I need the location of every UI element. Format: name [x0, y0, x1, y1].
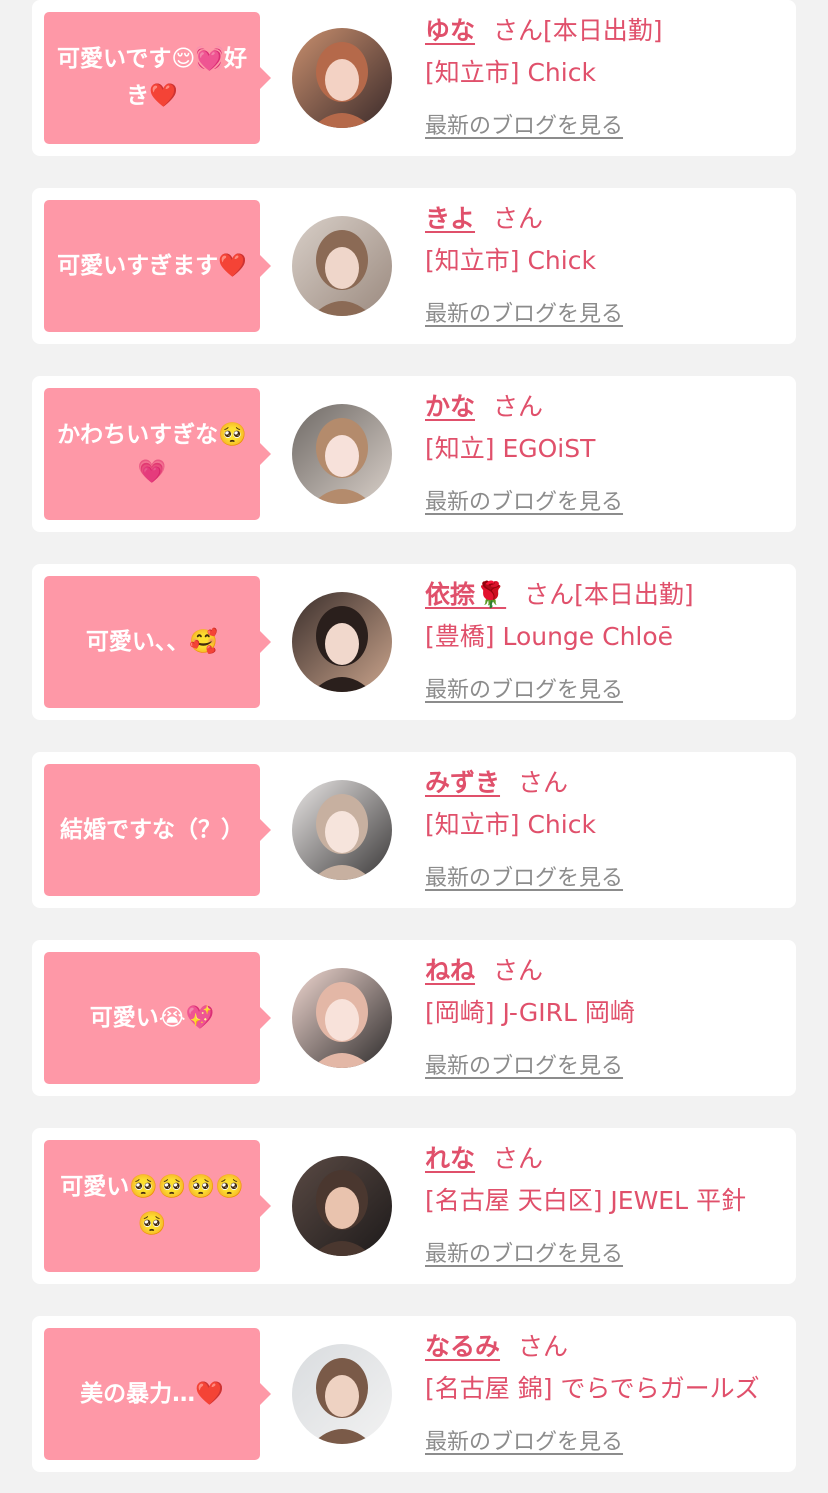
avatar[interactable] — [292, 592, 392, 692]
avatar[interactable] — [292, 216, 392, 316]
cast-name-link[interactable]: かな — [425, 392, 475, 421]
cast-info: なるみ さん [名古屋 錦] でらでらガールズ 最新のブログを見る — [425, 1328, 795, 1456]
cast-info: 依捺🌹 さん[本日出勤] [豊橋] Lounge Chloē 最新のブログを見る — [425, 576, 795, 704]
cast-name-line: みずき さん — [425, 764, 795, 802]
cast-name-suffix: さん — [518, 1332, 569, 1361]
cast-name-link[interactable]: みずき — [425, 768, 500, 797]
cast-name-suffix: さん — [493, 1144, 544, 1173]
latest-blog-link[interactable]: 最新のブログを見る — [425, 672, 623, 704]
list-item: 可愛い🥺🥺🥺🥺🥺 れな さん [名古屋 天白区] JEWEL 平針 最新のブログを見る — [32, 1128, 796, 1284]
comment-bubble: 可愛いすぎます❤️ — [44, 200, 271, 332]
list-item: 可愛い😭💖 ねね さん [岡崎] J-GIRL 岡崎 最新のブログを見る — [32, 940, 796, 1096]
cast-name-line: きよ さん — [425, 200, 795, 238]
latest-blog-link[interactable]: 最新のブログを見る — [425, 1048, 623, 1080]
list-item: かわちいすぎな🥺💗 かな さん [知立] EGOiST 最新のブログを見る — [32, 376, 796, 532]
latest-blog-link[interactable]: 最新のブログを見る — [425, 1236, 623, 1268]
comment-bubble: 可愛い🥺🥺🥺🥺🥺 — [44, 1140, 271, 1272]
avatar[interactable] — [292, 968, 392, 1068]
avatar[interactable] — [292, 404, 392, 504]
comment-bubble: 可愛い😭💖 — [44, 952, 271, 1084]
cast-name-suffix: さん[本日出勤] — [524, 580, 694, 609]
list-item: 結婚ですな（？） みずき さん [知立市] Chick 最新のブログを見る — [32, 752, 796, 908]
cast-name-suffix: さん — [493, 204, 544, 233]
cast-name-line: ゆな さん[本日出勤] — [425, 12, 795, 50]
cast-name-suffix: さん[本日出勤] — [493, 16, 663, 45]
cast-info: みずき さん [知立市] Chick 最新のブログを見る — [425, 764, 795, 892]
shop-name: [知立市] Chick — [425, 246, 596, 275]
cast-name-suffix: さん — [518, 768, 569, 797]
comment-bubble: 可愛いです😌💓好き❤️ — [44, 12, 271, 144]
cast-info: かな さん [知立] EGOiST 最新のブログを見る — [425, 388, 795, 516]
comment-bubble: かわちいすぎな🥺💗 — [44, 388, 271, 520]
cast-name-line: 依捺🌹 さん[本日出勤] — [425, 576, 795, 614]
cast-info: ゆな さん[本日出勤] [知立市] Chick 最新のブログを見る — [425, 12, 795, 140]
cast-name-link[interactable]: きよ — [425, 204, 475, 233]
cast-name-suffix: さん — [493, 956, 544, 985]
latest-blog-link[interactable]: 最新のブログを見る — [425, 1424, 623, 1456]
comment-bubble: 結婚ですな（？） — [44, 764, 271, 896]
avatar[interactable] — [292, 28, 392, 128]
list-item: 可愛いです😌💓好き❤️ ゆな さん[本日出勤] [知立市] Chick 最新のブログを見… — [32, 0, 796, 156]
cast-name-link[interactable]: 依捺🌹 — [425, 580, 506, 609]
comment-bubble: 美の暴力…❤️ — [44, 1328, 271, 1460]
cast-name-line: れな さん — [425, 1140, 795, 1178]
avatar[interactable] — [292, 1344, 392, 1444]
cast-name-line: かな さん — [425, 388, 795, 426]
shop-name: [知立市] Chick — [425, 810, 596, 839]
cast-name-link[interactable]: ねね — [425, 956, 475, 985]
list-item: 可愛いすぎます❤️ きよ さん [知立市] Chick 最新のブログを見る — [32, 188, 796, 344]
list-item: 美の暴力…❤️ なるみ さん [名古屋 錦] でらでらガールズ 最新のブログを見る — [32, 1316, 796, 1472]
latest-blog-link[interactable]: 最新のブログを見る — [425, 860, 623, 892]
cast-name-link[interactable]: れな — [425, 1144, 475, 1173]
comment-bubble: 可愛い、、🥰 — [44, 576, 271, 708]
shop-name: [名古屋 錦] でらでらガールズ — [425, 1374, 760, 1403]
avatar[interactable] — [292, 780, 392, 880]
shop-name: [岡崎] J-GIRL 岡崎 — [425, 998, 635, 1027]
cast-name-line: ねね さん — [425, 952, 795, 990]
latest-blog-link[interactable]: 最新のブログを見る — [425, 108, 623, 140]
shop-name: [知立] EGOiST — [425, 434, 596, 463]
cast-name-link[interactable]: なるみ — [425, 1332, 500, 1361]
shop-name: [豊橋] Lounge Chloē — [425, 622, 674, 651]
cast-info: ねね さん [岡崎] J-GIRL 岡崎 最新のブログを見る — [425, 952, 795, 1080]
latest-blog-link[interactable]: 最新のブログを見る — [425, 296, 623, 328]
shop-name: [知立市] Chick — [425, 58, 596, 87]
cast-info: れな さん [名古屋 天白区] JEWEL 平針 最新のブログを見る — [425, 1140, 795, 1268]
cast-name-line: なるみ さん — [425, 1328, 795, 1366]
list-item: 可愛い、、🥰 依捺🌹 さん[本日出勤] [豊橋] Lounge Chloē 最新のブログ… — [32, 564, 796, 720]
cast-name-link[interactable]: ゆな — [425, 16, 475, 45]
latest-blog-link[interactable]: 最新のブログを見る — [425, 484, 623, 516]
cast-name-suffix: さん — [493, 392, 544, 421]
shop-name: [名古屋 天白区] JEWEL 平針 — [425, 1186, 746, 1215]
avatar[interactable] — [292, 1156, 392, 1256]
cast-info: きよ さん [知立市] Chick 最新のブログを見る — [425, 200, 795, 328]
